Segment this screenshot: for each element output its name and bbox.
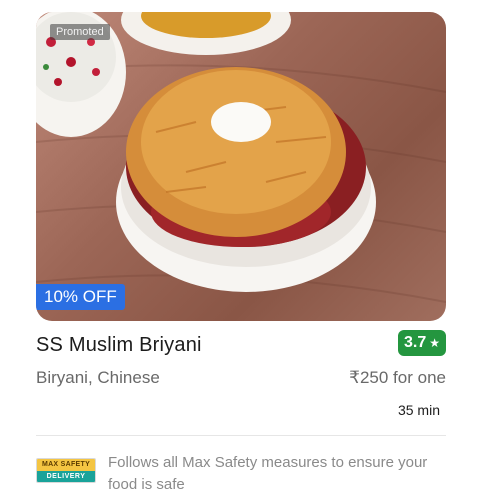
restaurant-name[interactable]: SS Muslim Briyani	[36, 334, 202, 357]
divider	[36, 435, 446, 436]
rating-badge: 3.7 ★	[397, 330, 446, 356]
delivery-time: 35 min	[397, 402, 440, 418]
price-text: ₹250 for one	[349, 368, 446, 387]
promoted-label: Promoted	[50, 24, 110, 40]
badge-top-text: MAX SAFETY	[37, 459, 95, 471]
cuisine-text: Biryani, Chinese	[36, 368, 160, 387]
info-row: Biryani, Chinese ₹250 for one	[36, 368, 446, 392]
restaurant-image[interactable]: Promoted 10% OFF	[36, 12, 446, 321]
restaurant-card[interactable]: Promoted 10% OFF SS Muslim Briyani 3.7 ★…	[36, 12, 446, 493]
star-icon: ★	[429, 336, 440, 350]
badge-bottom-text: DELIVERY	[37, 471, 95, 482]
safety-row: MAX SAFETY DELIVERY Follows all Max Safe…	[36, 444, 446, 496]
discount-badge: 10% OFF	[36, 284, 125, 310]
max-safety-logo: MAX SAFETY DELIVERY	[36, 458, 96, 483]
biryani-photo	[36, 12, 446, 303]
safety-text: Follows all Max Safety measures to ensur…	[108, 454, 428, 493]
name-row: SS Muslim Briyani 3.7 ★	[36, 330, 446, 360]
rating-value: 3.7	[403, 334, 427, 351]
